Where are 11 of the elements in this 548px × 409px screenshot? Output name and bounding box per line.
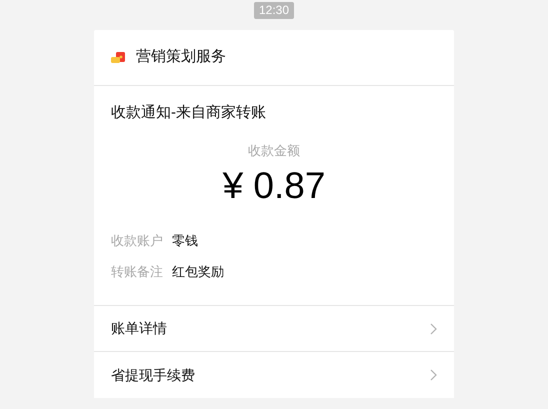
detail-label: 转账备注 — [111, 263, 163, 281]
chevron-right-icon — [430, 369, 437, 381]
detail-value: 零钱 — [172, 232, 198, 250]
amount-label: 收款金额 — [248, 142, 300, 160]
service-name: 营销策划服务 — [136, 47, 226, 68]
chevron-right-icon — [430, 322, 437, 334]
detail-value: 红包奖励 — [172, 263, 224, 281]
detail-label: 收款账户 — [111, 232, 163, 250]
notice-title: 收款通知-来自商家转账 — [111, 103, 267, 123]
amount: ¥ 0.87 — [222, 165, 326, 207]
timestamp: 12:30 — [254, 2, 294, 19]
